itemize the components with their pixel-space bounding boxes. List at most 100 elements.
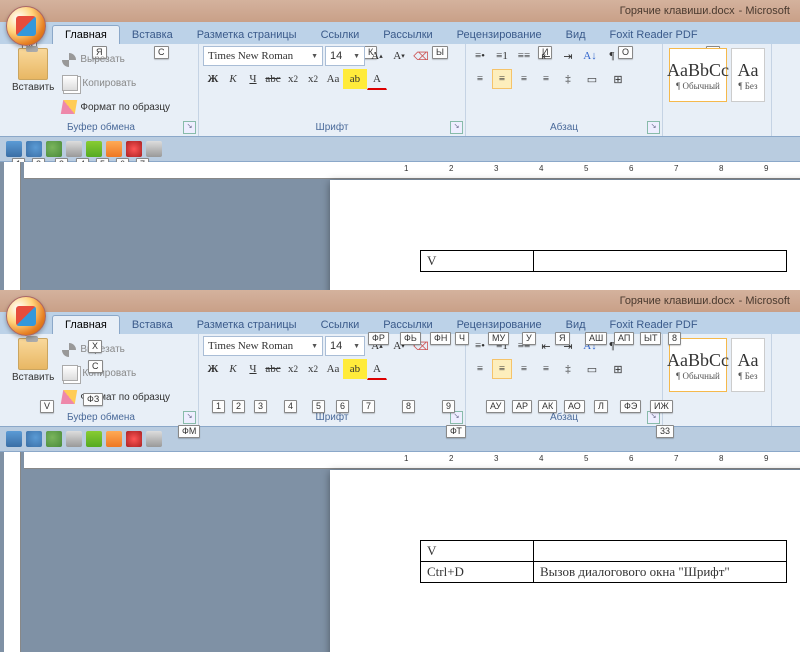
show-marks-button[interactable]: ¶ <box>602 46 622 66</box>
document-table[interactable]: V <box>420 250 787 272</box>
tab-home[interactable]: Главная <box>52 315 120 334</box>
superscript-button[interactable]: x2 <box>303 69 323 89</box>
align-center-button[interactable]: ≡ <box>492 359 512 379</box>
document-page[interactable]: V Ctrl+DВызов диалогового окна "Шрифт" <box>330 470 800 652</box>
style-normal[interactable]: AaBbCc ¶ Обычный <box>669 338 727 392</box>
vertical-ruler[interactable] <box>4 452 21 652</box>
tab-insert[interactable]: Вставка <box>120 26 185 44</box>
font-size-combo[interactable]: 14▼ <box>325 336 365 356</box>
table-cell[interactable]: Ctrl+D <box>421 562 534 583</box>
qat-icon-8[interactable] <box>146 141 162 157</box>
align-center-button[interactable]: ≡ <box>492 69 512 89</box>
table-cell[interactable] <box>534 251 787 272</box>
table-cell[interactable]: V <box>421 541 534 562</box>
qat-undo-icon[interactable] <box>26 431 42 447</box>
qat-print-icon[interactable] <box>66 141 82 157</box>
copy-button[interactable]: Копировать <box>62 74 170 92</box>
superscript-button[interactable]: x2 <box>303 359 323 379</box>
qat-table-icon[interactable] <box>86 431 102 447</box>
line-spacing-button[interactable]: ‡ <box>558 69 578 89</box>
dec-indent-button[interactable]: ⇤ <box>536 336 556 356</box>
change-case-button[interactable]: Aa <box>323 69 343 89</box>
tab-refs[interactable]: Ссылки <box>309 26 372 44</box>
tab-home[interactable]: Главная <box>52 25 120 44</box>
italic-button[interactable]: К <box>223 359 243 379</box>
paste-button[interactable]: Вставить <box>12 372 54 383</box>
format-painter-button[interactable]: Формат по образцу <box>62 388 170 406</box>
multilevel-button[interactable]: ≡≡ <box>514 46 534 66</box>
style-normal[interactable]: AaBbCc ¶ Обычный <box>669 48 727 102</box>
line-spacing-button[interactable]: ‡ <box>558 359 578 379</box>
tab-refs[interactable]: Ссылки <box>309 316 372 334</box>
paste-button[interactable]: Вставить <box>12 82 54 93</box>
strike-button[interactable]: abc <box>263 69 283 89</box>
align-right-button[interactable]: ≡ <box>514 359 534 379</box>
underline-button[interactable]: Ч <box>243 69 263 89</box>
cut-button[interactable]: Вырезать <box>62 51 170 69</box>
shading-button[interactable]: ▭ <box>580 359 604 379</box>
font-size-combo[interactable]: 14▼ <box>325 46 365 66</box>
subscript-button[interactable]: x2 <box>283 359 303 379</box>
underline-button[interactable]: Ч <box>243 359 263 379</box>
change-case-button[interactable]: Aa <box>323 359 343 379</box>
justify-button[interactable]: ≡ <box>536 359 556 379</box>
clipboard-launcher[interactable]: ↘ <box>183 411 196 424</box>
highlight-button[interactable]: ab <box>343 69 367 89</box>
align-left-button[interactable]: ≡ <box>470 359 490 379</box>
qat-icon-7[interactable] <box>126 431 142 447</box>
clear-format-button[interactable]: ⌫ <box>411 46 431 66</box>
qat-icon-6[interactable] <box>106 431 122 447</box>
font-color-button[interactable]: A <box>367 359 387 380</box>
bullets-button[interactable]: ≡• <box>470 336 490 356</box>
tab-layout[interactable]: Разметка страницы <box>185 316 309 334</box>
tab-mail[interactable]: Рассылки <box>371 26 444 44</box>
font-color-button[interactable]: A <box>367 69 387 90</box>
numbering-button[interactable]: ≡1 <box>492 46 512 66</box>
highlight-button[interactable]: ab <box>343 359 367 379</box>
tab-insert[interactable]: Вставка <box>120 316 185 334</box>
qat-save-icon[interactable] <box>6 141 22 157</box>
document-table[interactable]: V Ctrl+DВызов диалогового окна "Шрифт" <box>420 540 787 583</box>
align-left-button[interactable]: ≡ <box>470 69 490 89</box>
qat-table-icon[interactable] <box>86 141 102 157</box>
shading-button[interactable]: ▭ <box>580 69 604 89</box>
office-button[interactable] <box>6 6 46 46</box>
qat-redo-icon[interactable] <box>46 431 62 447</box>
bold-button[interactable]: Ж <box>203 359 223 379</box>
table-cell[interactable]: Вызов диалогового окна "Шрифт" <box>534 562 787 583</box>
qat-undo-icon[interactable] <box>26 141 42 157</box>
qat-save-icon[interactable] <box>6 431 22 447</box>
tab-layout[interactable]: Разметка страницы <box>185 26 309 44</box>
style-nospacing[interactable]: Aa ¶ Без <box>731 338 765 392</box>
font-name-combo[interactable]: Times New Roman▼ <box>203 336 323 356</box>
tab-foxit[interactable]: Foxit Reader PDF <box>598 26 710 44</box>
qat-icon-8[interactable] <box>146 431 162 447</box>
tab-view[interactable]: Вид <box>554 26 598 44</box>
horizontal-ruler[interactable]: 1 2 3 4 5 6 7 8 9 <box>24 452 800 469</box>
qat-icon-6[interactable] <box>106 141 122 157</box>
qat-print-icon[interactable] <box>66 431 82 447</box>
horizontal-ruler[interactable]: 1 2 3 4 5 6 7 8 9 <box>24 162 800 179</box>
inc-indent-button[interactable]: ⇥ <box>558 46 578 66</box>
dec-indent-button[interactable]: ⇤ <box>536 46 556 66</box>
paragraph-launcher[interactable]: ↘ <box>647 121 660 134</box>
sort-button[interactable]: A↓ <box>580 46 600 66</box>
paste-icon[interactable] <box>18 48 48 80</box>
shrink-font-button[interactable]: A▾ <box>389 46 409 66</box>
format-painter-button[interactable]: Формат по образцу <box>62 98 170 116</box>
font-launcher[interactable]: ↘ <box>450 121 463 134</box>
office-button[interactable] <box>6 296 46 336</box>
font-name-combo[interactable]: Times New Roman▼ <box>203 46 323 66</box>
tab-review[interactable]: Рецензирование <box>445 26 554 44</box>
paste-icon[interactable] <box>18 338 48 370</box>
borders-button[interactable]: ⊞ <box>606 359 630 379</box>
table-cell[interactable] <box>534 541 787 562</box>
bold-button[interactable]: Ж <box>203 69 223 89</box>
cut-button[interactable]: Вырезать <box>62 341 170 359</box>
qat-redo-icon[interactable] <box>46 141 62 157</box>
copy-button[interactable]: Копировать <box>62 364 170 382</box>
table-cell[interactable]: V <box>421 251 534 272</box>
borders-button[interactable]: ⊞ <box>606 69 630 89</box>
italic-button[interactable]: К <box>223 69 243 89</box>
clipboard-launcher[interactable]: ↘ <box>183 121 196 134</box>
